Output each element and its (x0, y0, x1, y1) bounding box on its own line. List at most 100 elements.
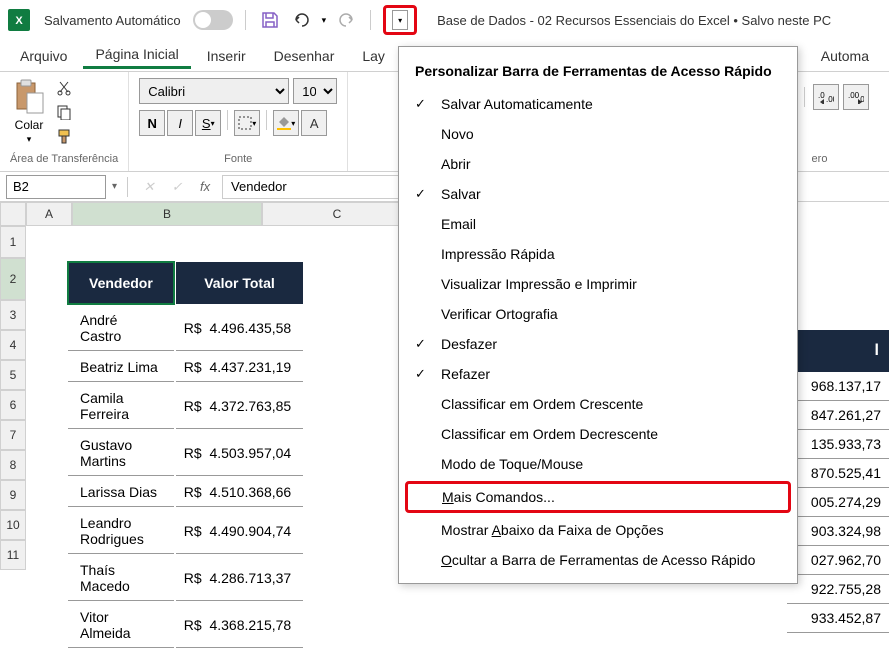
dropdown-item[interactable]: Visualizar Impressão e Imprimir (399, 269, 797, 299)
format-painter-icon[interactable] (54, 126, 74, 146)
right-cell[interactable]: 922.755,28 (787, 575, 889, 604)
cancel-formula-icon[interactable]: ✕ (138, 176, 160, 198)
paste-button[interactable]: Colar ▾ (10, 78, 48, 145)
cell-valor[interactable]: R$ 4.372.763,85 (176, 384, 303, 429)
tab-arquivo[interactable]: Arquivo (8, 44, 79, 68)
table-row: Camila FerreiraR$ 4.372.763,85 (68, 384, 303, 429)
select-all-corner[interactable] (0, 202, 26, 226)
cell-valor[interactable]: R$ 4.503.957,04 (176, 431, 303, 476)
copy-icon[interactable] (54, 102, 74, 122)
cell-valor[interactable]: R$ 4.368.215,78 (176, 603, 303, 648)
cell-valor[interactable]: R$ 4.437.231,19 (176, 353, 303, 382)
qat-customize-dropdown[interactable]: ▾ (392, 10, 408, 30)
dropdown-item[interactable]: Abrir (399, 149, 797, 179)
border-button[interactable]: ▾ (234, 110, 260, 136)
row-header[interactable]: 7 (0, 420, 26, 450)
table-header-valor[interactable]: Valor Total (176, 262, 303, 304)
cell-valor[interactable]: R$ 4.496.435,58 (176, 306, 303, 351)
dropdown-item-label: Refazer (441, 366, 490, 382)
row-header[interactable]: 4 (0, 330, 26, 360)
dropdown-item[interactable]: Impressão Rápida (399, 239, 797, 269)
row-header[interactable]: 8 (0, 450, 26, 480)
undo-dropdown[interactable]: ▾ (322, 15, 327, 26)
right-cell[interactable]: 027.962,70 (787, 546, 889, 575)
tab-automacao[interactable]: Automa (809, 44, 881, 68)
dropdown-item[interactable]: Mostrar Abaixo da Faixa de Opções (399, 515, 797, 545)
qat-customize-highlight: ▾ (383, 5, 417, 35)
right-cell[interactable]: 968.137,17 (787, 372, 889, 401)
undo-icon[interactable] (290, 8, 314, 32)
namebox-dropdown-icon[interactable]: ▾ (112, 181, 117, 192)
row-header[interactable]: 3 (0, 300, 26, 330)
tab-desenhar[interactable]: Desenhar (262, 44, 347, 68)
dropdown-item-label: Salvar (441, 186, 481, 202)
row-header[interactable]: 11 (0, 540, 26, 570)
cell-vendedor[interactable]: Gustavo Martins (68, 431, 174, 476)
tab-inserir[interactable]: Inserir (195, 44, 258, 68)
name-box[interactable] (6, 175, 106, 199)
decrease-decimal-button[interactable]: .00.0 (843, 84, 869, 110)
save-icon[interactable] (258, 8, 282, 32)
separator (127, 177, 128, 197)
col-header-c[interactable]: C (262, 202, 412, 226)
cell-valor[interactable]: R$ 4.510.368,66 (176, 478, 303, 507)
col-header-a[interactable]: A (26, 202, 72, 226)
row-header[interactable]: 2 (0, 258, 26, 300)
row-header[interactable]: 6 (0, 390, 26, 420)
right-cell[interactable]: 933.452,87 (787, 604, 889, 633)
tab-pagina-inicial[interactable]: Página Inicial (83, 42, 190, 69)
autosave-toggle[interactable] (193, 10, 233, 30)
dropdown-item[interactable]: ✓Refazer (399, 359, 797, 389)
dropdown-item[interactable]: Mais Comandos... (405, 481, 791, 513)
dropdown-item[interactable]: ✓Salvar (399, 179, 797, 209)
tab-layout[interactable]: Lay (350, 44, 397, 68)
row-header[interactable]: 9 (0, 480, 26, 510)
cell-vendedor[interactable]: Camila Ferreira (68, 384, 174, 429)
cell-vendedor[interactable]: Larissa Dias (68, 478, 174, 507)
check-icon: ✓ (415, 96, 431, 112)
right-cell[interactable]: 903.324,98 (787, 517, 889, 546)
font-color-button[interactable]: A (301, 110, 327, 136)
document-title: Base de Dados - 02 Recursos Essenciais d… (437, 13, 831, 28)
formula-input[interactable] (222, 175, 422, 199)
separator (804, 87, 805, 107)
dropdown-item-label: Mostrar Abaixo da Faixa de Opções (441, 522, 664, 538)
dropdown-item[interactable]: ✓Desfazer (399, 329, 797, 359)
cell-vendedor[interactable]: Leandro Rodrigues (68, 509, 174, 554)
dropdown-item[interactable]: ✓Salvar Automaticamente (399, 89, 797, 119)
cell-valor[interactable]: R$ 4.490.904,74 (176, 509, 303, 554)
row-header[interactable]: 5 (0, 360, 26, 390)
redo-icon[interactable] (334, 8, 358, 32)
right-cell[interactable]: 847.261,27 (787, 401, 889, 430)
row-header[interactable]: 10 (0, 510, 26, 540)
cell-vendedor[interactable]: Vitor Almeida (68, 603, 174, 648)
dropdown-item[interactable]: Classificar em Ordem Crescente (399, 389, 797, 419)
col-header-b[interactable]: B (72, 202, 262, 226)
dropdown-item[interactable]: Email (399, 209, 797, 239)
table-header-vendedor[interactable]: Vendedor (68, 262, 174, 304)
underline-button[interactable]: S ▾ (195, 110, 221, 136)
dropdown-item[interactable]: Novo (399, 119, 797, 149)
row-header[interactable]: 1 (0, 226, 26, 258)
font-size-select[interactable]: 10 (293, 78, 337, 104)
right-cell[interactable]: 005.274,29 (787, 488, 889, 517)
right-cell[interactable]: 870.525,41 (787, 459, 889, 488)
right-cell[interactable]: 135.933,73 (787, 430, 889, 459)
bold-button[interactable]: N (139, 110, 165, 136)
accept-formula-icon[interactable]: ✓ (166, 176, 188, 198)
italic-button[interactable]: I (167, 110, 193, 136)
cell-vendedor[interactable]: Thaís Macedo (68, 556, 174, 601)
cell-valor[interactable]: R$ 4.286.713,37 (176, 556, 303, 601)
dropdown-item[interactable]: Modo de Toque/Mouse (399, 449, 797, 479)
cell-vendedor[interactable]: Beatriz Lima (68, 353, 174, 382)
fx-icon[interactable]: fx (194, 176, 216, 198)
dropdown-item[interactable]: Ocultar a Barra de Ferramentas de Acesso… (399, 545, 797, 575)
cut-icon[interactable] (54, 78, 74, 98)
font-name-select[interactable]: Calibri (139, 78, 289, 104)
dropdown-item[interactable]: Verificar Ortografia (399, 299, 797, 329)
paste-dropdown[interactable]: ▾ (27, 134, 32, 145)
increase-decimal-button[interactable]: .0.00 (813, 84, 839, 110)
dropdown-item[interactable]: Classificar em Ordem Decrescente (399, 419, 797, 449)
fill-color-button[interactable]: ▾ (273, 110, 299, 136)
cell-vendedor[interactable]: André Castro (68, 306, 174, 351)
